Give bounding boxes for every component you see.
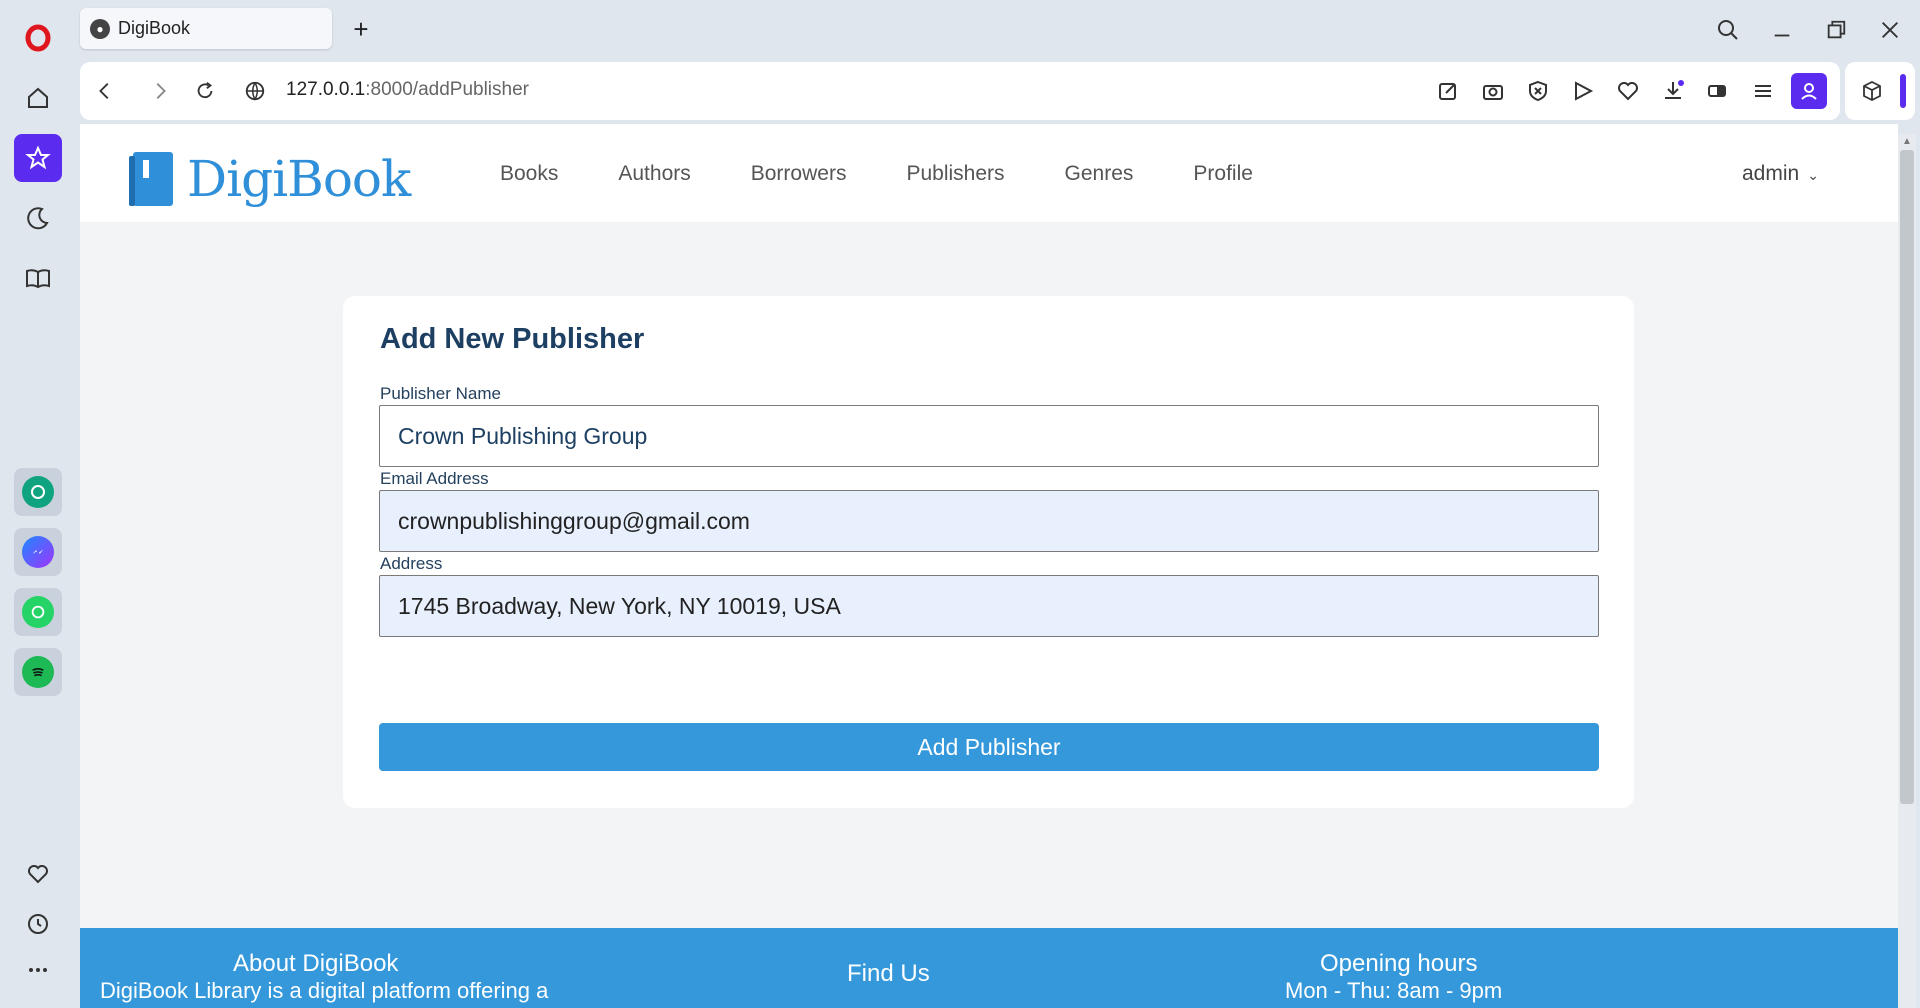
snapshot-edit-icon[interactable]	[1433, 76, 1463, 106]
battery-saver-icon[interactable]	[1703, 76, 1733, 106]
reload-icon[interactable]	[190, 76, 220, 106]
moon-icon[interactable]	[14, 194, 62, 242]
page-scrollbar[interactable]: ▲	[1898, 134, 1916, 1008]
footer-hours-title: Opening hours	[1320, 950, 1478, 977]
add-publisher-form: Add New Publisher Publisher Name Email A…	[343, 296, 1634, 808]
easy-setup-icon[interactable]	[1748, 76, 1778, 106]
tab-title: DigiBook	[118, 18, 191, 38]
url-path: :8000/addPublisher	[365, 79, 529, 100]
footer-find-title: Find Us	[847, 960, 930, 987]
nav-borrowers[interactable]: Borrowers	[751, 162, 847, 186]
profile-icon[interactable]	[1791, 73, 1827, 109]
minimize-icon[interactable]	[1764, 12, 1800, 48]
address-label: Address	[380, 554, 443, 573]
opera-logo-icon[interactable]	[14, 14, 62, 62]
nav-genres[interactable]: Genres	[1065, 162, 1134, 186]
speed-dial-icon[interactable]	[14, 134, 62, 182]
tab-digibook[interactable]: ● DigiBook	[80, 8, 332, 49]
site-navbar: DigiBook Books Authors Borrowers Publish…	[80, 124, 1898, 222]
send-icon[interactable]	[1568, 76, 1598, 106]
browser-sidebar	[0, 0, 76, 1008]
nav-books[interactable]: Books	[500, 162, 558, 186]
extensions-cube-icon[interactable]	[1857, 76, 1887, 106]
publisher-name-label: Publisher Name	[380, 384, 501, 403]
history-icon[interactable]	[14, 900, 62, 948]
nav-authors[interactable]: Authors	[618, 162, 690, 186]
scrollbar-thumb[interactable]	[1900, 150, 1914, 804]
close-icon[interactable]	[1872, 12, 1908, 48]
extensions-area	[1845, 62, 1915, 120]
scroll-up-icon[interactable]: ▲	[1902, 136, 1912, 147]
nav-publishers[interactable]: Publishers	[906, 162, 1004, 186]
site-info-icon[interactable]	[240, 76, 270, 106]
search-tabs-icon[interactable]	[1710, 12, 1746, 48]
site-logo[interactable]: DigiBook	[127, 150, 411, 208]
email-field[interactable]	[379, 490, 1599, 552]
email-label: Email Address	[380, 469, 489, 488]
reading-list-icon[interactable]	[14, 254, 62, 302]
page-viewport: DigiBook Books Authors Borrowers Publish…	[80, 124, 1898, 1008]
logo-text: DigiBook	[187, 150, 411, 208]
address-field[interactable]	[379, 575, 1599, 637]
footer-about-title: About DigiBook	[233, 950, 399, 977]
restore-icon[interactable]	[1818, 12, 1854, 48]
favorite-icon[interactable]	[1613, 76, 1643, 106]
publisher-name-field[interactable]	[379, 405, 1599, 467]
spotify-icon[interactable]	[14, 648, 62, 696]
page-title: Add New Publisher	[380, 323, 645, 355]
footer-hours-text: Mon - Thu: 8am - 9pm	[1285, 978, 1503, 1003]
address-bar: 127.0.0.1:8000/addPublisher	[80, 62, 1840, 120]
add-publisher-button[interactable]: Add Publisher	[379, 723, 1599, 771]
camera-icon[interactable]	[1478, 76, 1508, 106]
nav-profile[interactable]: Profile	[1193, 162, 1253, 186]
back-icon[interactable]	[90, 76, 120, 106]
globe-icon: ●	[90, 18, 110, 39]
new-tab-button[interactable]: +	[346, 14, 376, 44]
download-icon[interactable]	[1658, 76, 1688, 106]
url-field[interactable]: 127.0.0.1:8000/addPublisher	[286, 79, 529, 101]
chatgpt-icon[interactable]	[14, 468, 62, 516]
main-menu: Books Authors Borrowers Publishers Genre…	[500, 162, 1313, 186]
messenger-icon[interactable]	[14, 528, 62, 576]
book-logo-icon	[127, 150, 175, 208]
tab-strip: ● DigiBook +	[76, 0, 1920, 60]
footer-about-text: DigiBook Library is a digital platform o…	[100, 978, 549, 1003]
chevron-down-icon: ⌄	[1807, 167, 1819, 183]
adblock-icon[interactable]	[1523, 76, 1553, 106]
heart-icon[interactable]	[14, 850, 62, 898]
forward-icon[interactable]	[145, 76, 175, 106]
home-icon[interactable]	[14, 74, 62, 122]
whatsapp-icon[interactable]	[14, 588, 62, 636]
user-name: admin	[1742, 162, 1800, 185]
more-icon[interactable]	[14, 946, 62, 994]
site-footer: About DigiBook DigiBook Library is a dig…	[80, 928, 1898, 1008]
user-menu[interactable]: admin ⌄	[1742, 162, 1819, 186]
sidebar-toggle-icon[interactable]	[1900, 74, 1906, 108]
url-host: 127.0.0.1	[286, 79, 366, 100]
